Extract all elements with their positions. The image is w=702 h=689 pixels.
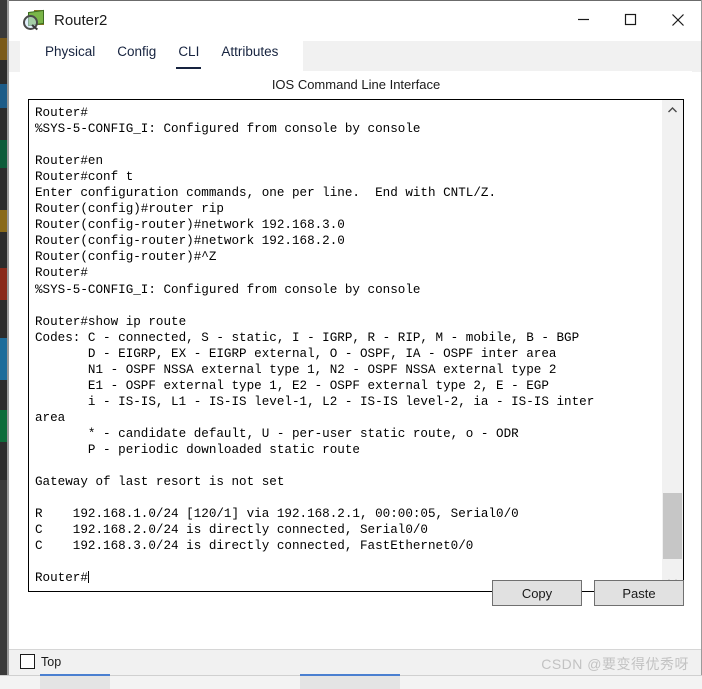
tab-bar: Physical Config CLI Attributes — [9, 41, 701, 72]
tab-attributes[interactable]: Attributes — [210, 38, 289, 74]
background-app-sliver — [0, 0, 7, 689]
watermark-text: CSDN @要变得优秀呀 — [541, 656, 689, 672]
top-checkbox-box[interactable] — [20, 654, 35, 669]
scrollbar-thumb[interactable] — [663, 493, 682, 559]
cli-panel: IOS Command Line Interface Router# %SYS-… — [20, 71, 692, 651]
terminal-text: Router# %SYS-5-CONFIG_I: Configured from… — [35, 106, 595, 586]
tab-cli[interactable]: CLI — [167, 38, 210, 74]
tab-strip: Physical Config CLI Attributes — [20, 38, 304, 74]
cli-panel-header: IOS Command Line Interface — [271, 77, 441, 92]
close-icon[interactable] — [654, 0, 701, 39]
top-checkbox[interactable]: Top — [20, 654, 61, 669]
window-controls — [560, 0, 701, 39]
tab-config[interactable]: Config — [106, 38, 167, 74]
terminal-output[interactable]: Router# %SYS-5-CONFIG_I: Configured from… — [29, 100, 661, 591]
chevron-up-icon[interactable] — [662, 100, 683, 119]
terminal-scrollbar[interactable] — [661, 100, 683, 591]
router-cli-window: Router2 Physical Config CLI Attributes I… — [8, 0, 702, 676]
window-title: Router2 — [54, 11, 108, 29]
clipboard-actions: Copy Paste — [492, 580, 684, 606]
paste-button[interactable]: Paste — [594, 580, 684, 606]
router-inspect-icon — [23, 9, 45, 31]
tab-physical[interactable]: Physical — [34, 38, 106, 74]
window-footer: Top CSDN @要变得优秀呀 — [9, 649, 701, 675]
taskbar-item[interactable] — [300, 674, 400, 689]
taskbar-sliver — [0, 674, 702, 689]
taskbar-item[interactable] — [40, 674, 110, 689]
title-bar: Router2 — [9, 0, 701, 41]
minimize-icon[interactable] — [560, 0, 607, 39]
maximize-icon[interactable] — [607, 0, 654, 39]
copy-button[interactable]: Copy — [492, 580, 582, 606]
terminal-container: Router# %SYS-5-CONFIG_I: Configured from… — [28, 99, 684, 592]
text-cursor — [87, 571, 89, 584]
top-checkbox-label: Top — [41, 654, 62, 669]
